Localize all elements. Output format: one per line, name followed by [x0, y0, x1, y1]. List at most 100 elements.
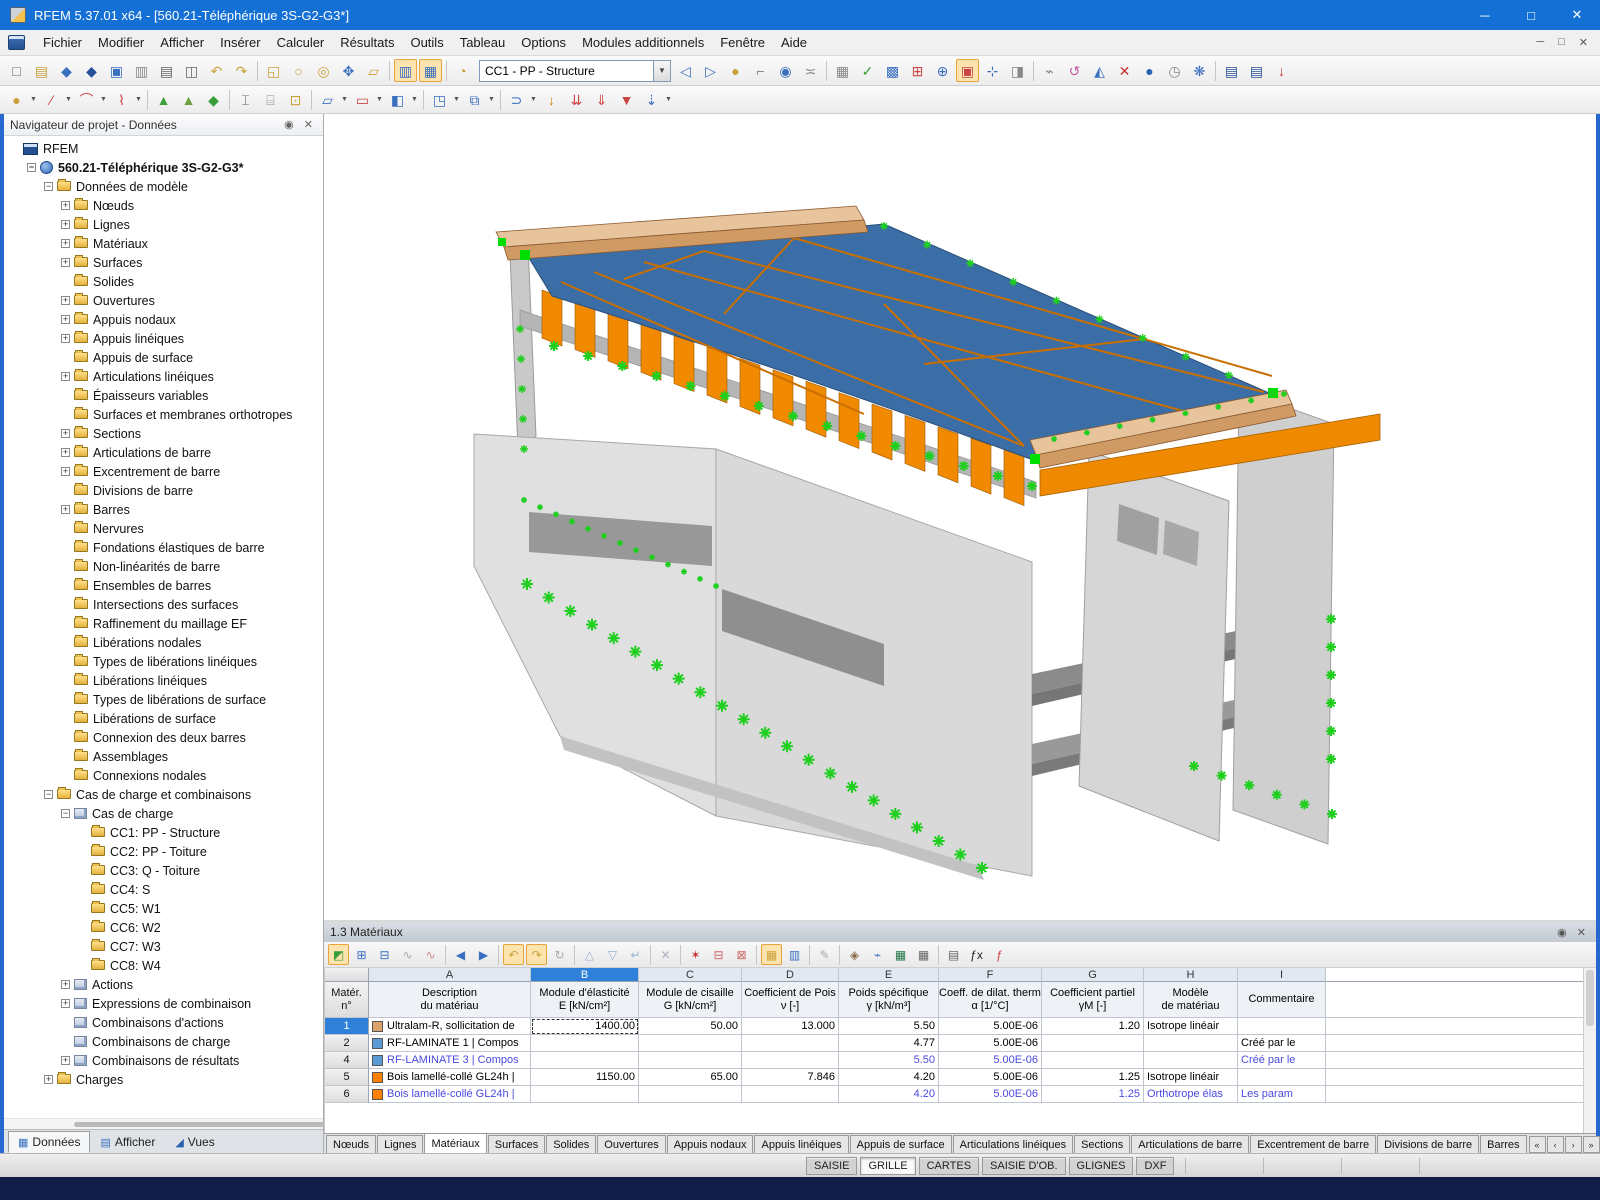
- tree-item-surfaces[interactable]: +Surfaces: [4, 253, 323, 272]
- next-icon[interactable]: ▷: [699, 59, 722, 82]
- cell-E4[interactable]: 5.50: [839, 1052, 939, 1069]
- new-window-icon[interactable]: ▱: [362, 59, 385, 82]
- table-tab-divisions-de-barre[interactable]: Divisions de barre: [1377, 1135, 1479, 1153]
- expand-icon[interactable]: +: [61, 980, 70, 989]
- cell-H4[interactable]: [1144, 1052, 1238, 1069]
- view-grid-icon[interactable]: ▦: [761, 944, 782, 965]
- tree-item-intersections-des-surfaces[interactable]: Intersections des surfaces: [4, 595, 323, 614]
- delete-all-icon[interactable]: ✶: [685, 944, 706, 965]
- tree-item-articulations-lin-iques[interactable]: +Articulations linéiques: [4, 367, 323, 386]
- formula-remove-icon[interactable]: ƒ: [989, 944, 1010, 965]
- move-down-icon[interactable]: ▽: [602, 944, 623, 965]
- menu-item-options[interactable]: Options: [513, 31, 574, 54]
- insert-row-icon[interactable]: ⊟: [374, 944, 395, 965]
- row-header-5[interactable]: 5: [325, 1069, 369, 1086]
- navigator-tab-vues[interactable]: ◢Vues: [165, 1131, 224, 1153]
- undo-icon[interactable]: ↶: [205, 59, 228, 82]
- column-letter-E[interactable]: E: [839, 968, 939, 982]
- cell-E1[interactable]: 5.50: [839, 1018, 939, 1035]
- col-right-icon[interactable]: ▶: [473, 944, 494, 965]
- cell-C4[interactable]: [639, 1052, 742, 1069]
- refresh-icon[interactable]: ↻: [549, 944, 570, 965]
- block-icon[interactable]: ◳: [428, 88, 451, 111]
- row-header-4[interactable]: 4: [325, 1052, 369, 1069]
- units-icon[interactable]: ◷: [1163, 59, 1186, 82]
- load-surface-icon[interactable]: ▼: [615, 88, 638, 111]
- menu-item-modules-additionnels[interactable]: Modules additionnels: [574, 31, 712, 54]
- calculator-icon[interactable]: ▦: [913, 944, 934, 965]
- column-header-E[interactable]: Poids spécifiqueγ [kN/m³]: [839, 982, 939, 1018]
- expand-icon[interactable]: +: [61, 201, 70, 210]
- axes-icon[interactable]: ⊹: [981, 59, 1004, 82]
- cell-E6[interactable]: 4.20: [839, 1086, 939, 1103]
- apply-icon[interactable]: ↵: [625, 944, 646, 965]
- menu-item-ins-rer[interactable]: Insérer: [212, 31, 268, 54]
- send-model-icon[interactable]: ▤: [1245, 59, 1268, 82]
- expand-icon[interactable]: +: [61, 372, 70, 381]
- arc-icon[interactable]: ⌒: [75, 88, 98, 111]
- table-tab-appuis-de-surface[interactable]: Appuis de surface: [850, 1135, 952, 1153]
- pin-icon[interactable]: ◉: [1553, 926, 1571, 939]
- release-icon[interactable]: ⊡: [284, 88, 307, 111]
- node-dropdown-icon[interactable]: ▼: [29, 88, 38, 111]
- cell-D2[interactable]: [742, 1035, 839, 1052]
- grid-settings-icon[interactable]: ⊞: [906, 59, 929, 82]
- tree-item-expressions-de-combinaison[interactable]: +Expressions de combinaison: [4, 994, 323, 1013]
- status-toggle-dxf[interactable]: DXF: [1136, 1157, 1174, 1175]
- select-special-icon[interactable]: ⌁: [1038, 59, 1061, 82]
- load-node-icon[interactable]: ↓: [540, 88, 563, 111]
- menu-item-outils[interactable]: Outils: [402, 31, 451, 54]
- opening-icon[interactable]: ▭: [351, 88, 374, 111]
- polyline-icon[interactable]: ⌇: [110, 88, 133, 111]
- tree-item-appuis-nodaux[interactable]: +Appuis nodaux: [4, 310, 323, 329]
- expand-icon[interactable]: +: [61, 239, 70, 248]
- column-letter-H[interactable]: H: [1144, 968, 1238, 982]
- tree-item-cc5-w1[interactable]: CC5: W1: [4, 899, 323, 918]
- table-tab-articulations-de-barre[interactable]: Articulations de barre: [1131, 1135, 1249, 1153]
- collapse-icon[interactable]: −: [61, 809, 70, 818]
- connect-icon[interactable]: ⊃: [505, 88, 528, 111]
- menu-item-afficher[interactable]: Afficher: [152, 31, 212, 54]
- tree-item-articulations-de-barre[interactable]: +Articulations de barre: [4, 443, 323, 462]
- tree-item-appuis-de-surface[interactable]: Appuis de surface: [4, 348, 323, 367]
- tree-item-sections[interactable]: +Sections: [4, 424, 323, 443]
- tree-item-non-lin-arit-s-de-barre[interactable]: Non-linéarités de barre: [4, 557, 323, 576]
- tree-item-ensembles-de-barres[interactable]: Ensembles de barres: [4, 576, 323, 595]
- new-icon[interactable]: □: [5, 59, 28, 82]
- numbering-icon[interactable]: ◔: [451, 59, 474, 82]
- table-tab-appuis-nodaux[interactable]: Appuis nodaux: [667, 1135, 754, 1153]
- tree-item-actions[interactable]: +Actions: [4, 975, 323, 994]
- line-dropdown-icon[interactable]: ▼: [64, 88, 73, 111]
- cell-D1[interactable]: 13.000: [742, 1018, 839, 1035]
- tree-item-cc6-w2[interactable]: CC6: W2: [4, 918, 323, 937]
- menu-item-fichier[interactable]: Fichier: [35, 31, 90, 54]
- menu-item-aide[interactable]: Aide: [773, 31, 815, 54]
- formula-icon[interactable]: ƒx: [966, 944, 987, 965]
- table-tab-surfaces[interactable]: Surfaces: [488, 1135, 545, 1153]
- solid-icon[interactable]: ◧: [386, 88, 409, 111]
- options-icon[interactable]: ❋: [1188, 59, 1211, 82]
- menu-item-r-sultats[interactable]: Résultats: [332, 31, 402, 54]
- tree-item-fondations-lastiques-de-barre[interactable]: Fondations élastiques de barre: [4, 538, 323, 557]
- menu-item-modifier[interactable]: Modifier: [90, 31, 152, 54]
- tree-item-cc8-w4[interactable]: CC8: W4: [4, 956, 323, 975]
- cell-F2[interactable]: 5.00E-06: [939, 1035, 1042, 1052]
- info-icon[interactable]: ●: [1138, 59, 1161, 82]
- table-tab-appuis-lin-iques[interactable]: Appuis linéiques: [754, 1135, 848, 1153]
- cell-E5[interactable]: 4.20: [839, 1069, 939, 1086]
- table-tab-lignes[interactable]: Lignes: [377, 1135, 423, 1153]
- render-icon[interactable]: ◨: [1006, 59, 1029, 82]
- paste-icon[interactable]: ▥: [130, 59, 153, 82]
- cell-B4[interactable]: [531, 1052, 639, 1069]
- column-header-A[interactable]: Descriptiondu matériau: [369, 982, 531, 1018]
- table-tab-sections[interactable]: Sections: [1074, 1135, 1130, 1153]
- block-dropdown-icon[interactable]: ▼: [452, 88, 461, 111]
- tree-item-nervures[interactable]: Nervures: [4, 519, 323, 538]
- snap-icon[interactable]: ⊕: [931, 59, 954, 82]
- delete-column-icon[interactable]: ⊠: [731, 944, 752, 965]
- diagram1-icon[interactable]: ∿: [397, 944, 418, 965]
- cancel-icon[interactable]: ✕: [655, 944, 676, 965]
- collapse-icon[interactable]: −: [44, 790, 53, 799]
- rotate-view-icon[interactable]: ↺: [1063, 59, 1086, 82]
- cell-I1[interactable]: [1238, 1018, 1326, 1035]
